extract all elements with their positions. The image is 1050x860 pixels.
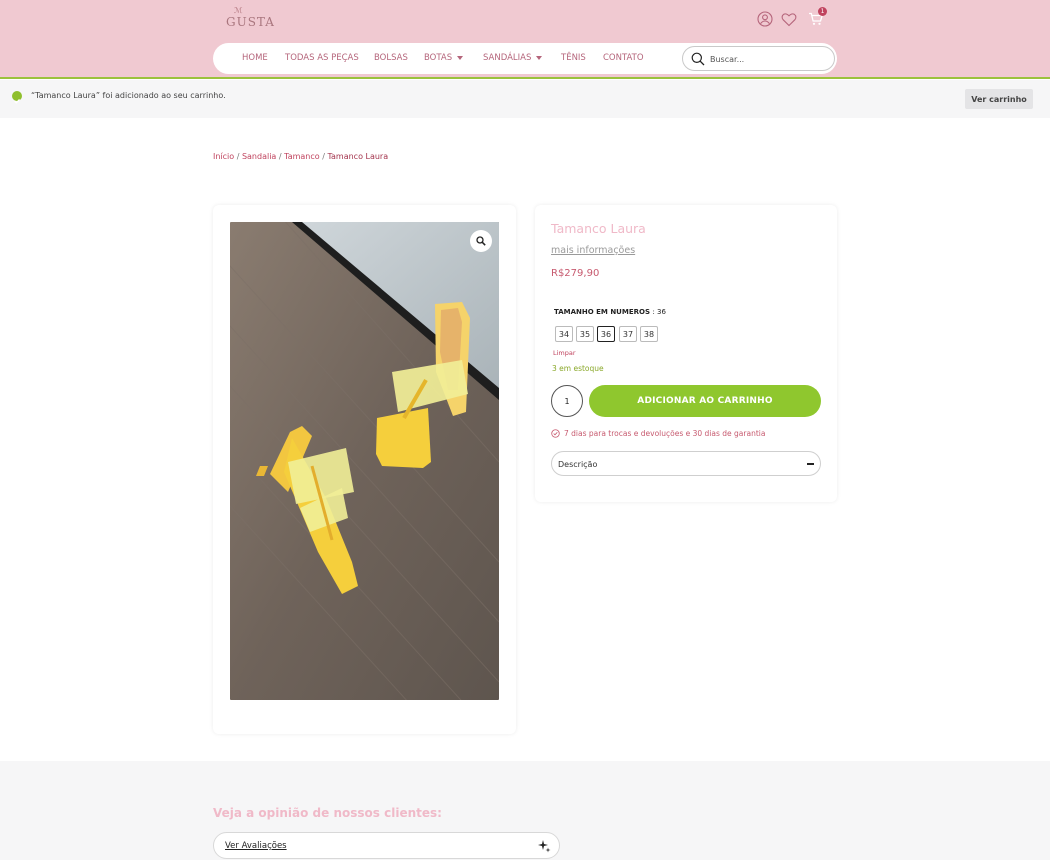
chevron-down-icon [457, 55, 464, 60]
breadcrumb-separator: / [276, 152, 285, 161]
search-icon [691, 52, 705, 66]
breadcrumb-link[interactable]: Sandalia [242, 152, 276, 161]
main-navigation: HOME TODAS AS PEÇAS BOLSAS BOTAS SANDÁLI… [213, 43, 837, 74]
site-logo[interactable]: ℳ GUSTA [226, 6, 275, 32]
clear-selection-link[interactable]: Limpar [553, 349, 576, 357]
quantity-input[interactable]: 1 [551, 385, 583, 417]
sparkle-icon [538, 840, 551, 853]
breadcrumb-link[interactable]: Início [213, 152, 234, 161]
size-option-35[interactable]: 35 [576, 326, 594, 342]
nav-todas-as-pecas[interactable]: TODAS AS PEÇAS [285, 53, 359, 63]
breadcrumb-current: Tamanco Laura [327, 152, 389, 161]
size-option-38[interactable]: 38 [640, 326, 658, 342]
user-account-icon[interactable] [756, 10, 774, 28]
view-cart-button[interactable]: Ver carrinho [965, 89, 1033, 109]
logo-crown: ℳ [234, 6, 244, 15]
check-circle-icon [551, 429, 560, 438]
guarantee-text: 7 dias para trocas e devoluções e 30 dia… [564, 429, 766, 438]
view-reviews-label: Ver Avaliações [225, 841, 287, 851]
nav-bolsas[interactable]: BOLSAS [374, 53, 408, 63]
magnifier-icon[interactable] [470, 230, 492, 252]
nav-botas[interactable]: BOTAS [424, 53, 464, 63]
product-price: R$279,90 [551, 268, 600, 279]
more-info-link[interactable]: mais informações [551, 245, 635, 256]
reviews-title: Veja a opinião de nossos clientes: [213, 806, 442, 820]
description-label: Descrição [558, 460, 598, 469]
view-reviews-button[interactable]: Ver Avaliações [213, 832, 560, 859]
add-to-cart-button[interactable]: ADICIONAR AO CARRINHO [589, 385, 821, 417]
nav-tenis[interactable]: TÊNIS [561, 53, 586, 63]
wishlist-heart-icon[interactable] [780, 10, 798, 28]
size-label-text: TAMANHO EM NUMEROS [554, 308, 650, 316]
header-accent-line [0, 77, 1050, 79]
product-photo[interactable] [230, 222, 499, 700]
size-option-36[interactable]: 36 [597, 326, 615, 342]
nav-sandalias[interactable]: SANDÁLIAS [483, 53, 543, 63]
size-attribute-label: TAMANHO EM NUMEROS : 36 [554, 308, 666, 316]
minus-icon [807, 463, 814, 465]
breadcrumb: Início / Sandalia / Tamanco / Tamanco La… [213, 152, 388, 161]
search-box [682, 46, 835, 71]
selected-size-value: : 36 [652, 308, 666, 316]
nav-contato[interactable]: CONTATO [603, 53, 644, 63]
nav-botas-label: BOTAS [424, 53, 453, 63]
nav-home[interactable]: HOME [242, 53, 268, 63]
description-accordion[interactable]: Descrição [551, 451, 821, 476]
stock-status: 3 em estoque [552, 364, 604, 373]
size-option-37[interactable]: 37 [619, 326, 637, 342]
nav-sandalias-label: SANDÁLIAS [483, 53, 532, 63]
guarantee-note: 7 dias para trocas e devoluções e 30 dia… [551, 429, 765, 438]
logo-text: GUSTA [226, 15, 275, 29]
check-circle-icon [12, 91, 22, 104]
size-option-34[interactable]: 34 [555, 326, 573, 342]
notice-message: “Tamanco Laura” foi adicionado ao seu ca… [31, 91, 226, 100]
chevron-down-icon [536, 55, 543, 60]
breadcrumb-separator: / [234, 152, 242, 161]
cart-count-badge: 1 [818, 7, 827, 16]
product-title: Tamanco Laura [551, 221, 646, 236]
site-header: ℳ GUSTA 1 HOME TODAS AS PEÇAS BOLSAS BOT… [0, 0, 1050, 78]
search-input[interactable] [710, 52, 825, 66]
breadcrumb-link[interactable]: Tamanco [284, 152, 320, 161]
cart-notice-bar: “Tamanco Laura” foi adicionado ao seu ca… [0, 80, 1050, 118]
